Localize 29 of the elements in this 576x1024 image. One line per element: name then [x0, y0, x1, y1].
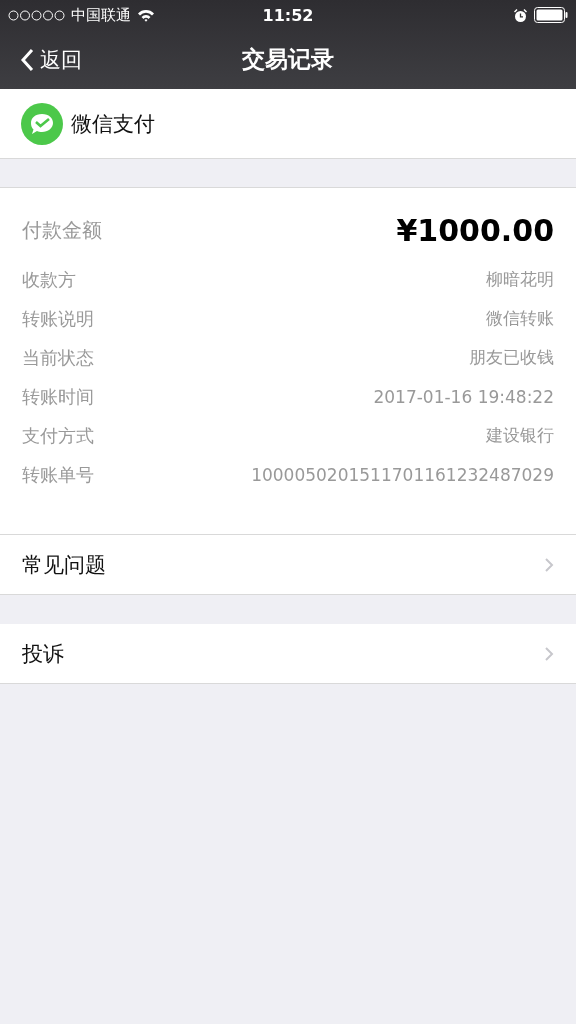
detail-label: 转账单号: [22, 462, 94, 487]
battery-icon: [534, 7, 568, 23]
detail-value: 2017-01-16 19:48:22: [373, 386, 554, 407]
chevron-icon: [544, 645, 554, 662]
detail-value: 1000050201511701161232487029: [251, 464, 554, 485]
detail-label: 当前状态: [22, 345, 94, 370]
detail-value: 微信转账: [486, 307, 554, 330]
chevron-icon: [544, 556, 554, 573]
menu-item[interactable]: 投诉: [0, 624, 576, 684]
status-time: 11:52: [262, 5, 314, 25]
back-button[interactable]: 返回: [0, 45, 82, 74]
signal-icon: [8, 9, 65, 21]
wifi-icon: [137, 8, 155, 22]
alarm-clock-icon: [513, 7, 528, 23]
page-title: 交易记录: [242, 45, 334, 74]
carrier-name: 中国联通: [71, 5, 131, 25]
amount-value: ¥1000.00: [396, 212, 554, 248]
detail-label: 收款方: [22, 267, 76, 292]
merchant-name: 微信支付: [71, 110, 155, 138]
amount-label: 付款金额: [22, 216, 102, 244]
wechat-pay-icon: [21, 102, 63, 145]
detail-value: 朋友已收钱: [469, 346, 554, 369]
detail-label: 转账说明: [22, 306, 94, 331]
detail-value: 柳暗花明: [486, 268, 554, 291]
menu-item[interactable]: 常见问题: [0, 535, 576, 595]
detail-label: 支付方式: [22, 423, 94, 448]
detail-label: 转账时间: [22, 384, 94, 409]
back-chevron-icon: [20, 47, 34, 72]
detail-value: 建设银行: [486, 424, 554, 447]
